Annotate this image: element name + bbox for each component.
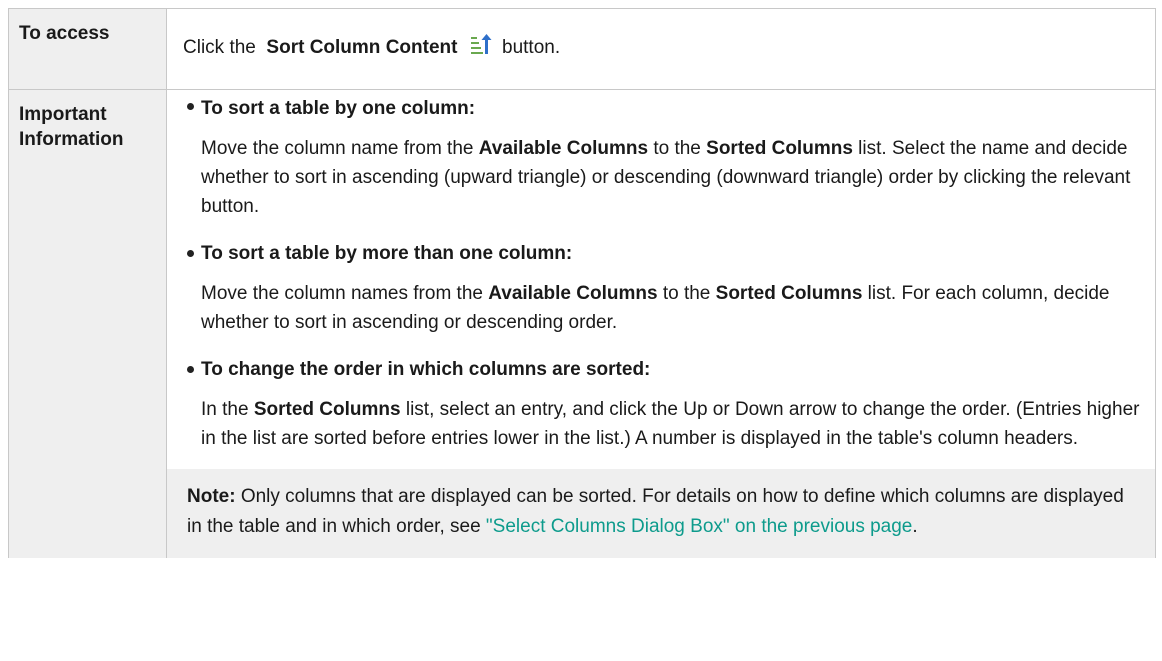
body-text: Move the column name from the (201, 138, 479, 159)
list-item: To change the order in which columns are… (183, 353, 1147, 453)
bullet-icon (187, 103, 194, 110)
bullet-icon (187, 366, 194, 373)
select-columns-link[interactable]: "Select Columns Dialog Box" on the previ… (486, 516, 912, 537)
important-label-line2: Information (19, 129, 124, 150)
list-item-body: Move the column name from the Available … (201, 134, 1147, 221)
bold-term: Available Columns (478, 138, 649, 159)
list-item: To sort a table by one column: Move the c… (183, 90, 1147, 221)
important-row: Important Information To sort a table by… (8, 89, 1156, 558)
list-item-title: To sort a table by one column: (201, 98, 476, 119)
bold-term: Sorted Columns (253, 399, 401, 420)
info-table: To access Click the Sort Column Content … (8, 8, 1156, 558)
access-label: To access (8, 8, 167, 90)
access-row: To access Click the Sort Column Content … (8, 8, 1156, 90)
list-item-body: Move the column names from the Available… (201, 279, 1147, 337)
bold-term: Available Columns (488, 283, 658, 304)
list-item-title: To change the order in which columns are… (201, 359, 651, 380)
body-text: to the (648, 138, 707, 159)
body-text: to the (657, 283, 716, 304)
body-text: In the (201, 399, 254, 420)
body-text: Move the column names from the (201, 283, 489, 304)
list-item-title: To sort a table by more than one column: (201, 243, 573, 264)
note-box: Note: Only columns that are displayed ca… (167, 469, 1155, 558)
important-label: Important Information (8, 89, 167, 558)
list-item: To sort a table by more than one column:… (183, 237, 1147, 337)
important-label-line1: Important (19, 104, 107, 125)
bullet-list: To sort a table by one column: Move the c… (183, 90, 1147, 453)
bold-term: Sorted Columns (715, 283, 863, 304)
note-label: Note: (187, 486, 236, 507)
important-content: To sort a table by one column: Move the c… (166, 89, 1156, 558)
bold-term: Sorted Columns (706, 138, 853, 159)
access-content: Click the Sort Column Content button. (166, 8, 1156, 90)
access-text-pre: Click the (183, 37, 256, 58)
sort-column-content-name: Sort Column Content (266, 37, 458, 58)
access-text-post: button. (502, 37, 561, 58)
bullet-icon (187, 250, 194, 257)
list-item-body: In the Sorted Columns list, select an en… (201, 395, 1147, 453)
sort-column-content-icon[interactable] (469, 33, 493, 55)
note-end: . (912, 516, 918, 537)
